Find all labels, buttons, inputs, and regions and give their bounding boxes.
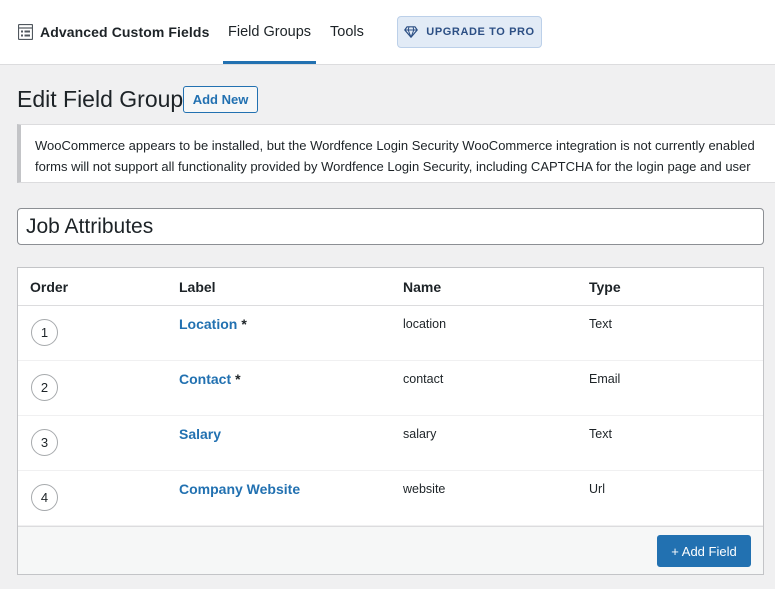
field-label-link[interactable]: Contact	[179, 371, 231, 387]
field-type: Text	[589, 317, 612, 331]
fields-table: Order Label Name Type 1 Location * locati…	[17, 267, 764, 575]
acf-logo-icon	[18, 24, 33, 40]
field-label-cell: Contact *	[179, 371, 241, 387]
required-indicator: *	[241, 316, 247, 332]
column-header-order: Order	[30, 279, 69, 295]
field-type: Url	[589, 482, 605, 496]
notice-text-line-1: WooCommerce appears to be installed, but…	[35, 138, 755, 153]
field-name: contact	[403, 372, 444, 386]
field-order-handle[interactable]: 1	[31, 319, 58, 346]
field-row[interactable]: 1 Location * location Text	[18, 306, 763, 361]
field-order-handle[interactable]: 2	[31, 374, 58, 401]
app-name: Advanced Custom Fields	[40, 24, 210, 40]
notice-text-line-2: forms will not support all functionality…	[35, 159, 751, 174]
required-indicator: *	[235, 371, 241, 387]
tab-tools-label: Tools	[330, 24, 364, 40]
upgrade-label: UPGRADE TO PRO	[426, 26, 535, 38]
column-header-label: Label	[179, 279, 216, 295]
page-title: Edit Field Group	[17, 86, 184, 112]
field-name: website	[403, 482, 446, 496]
field-label-cell: Location *	[179, 316, 247, 332]
fields-table-header: Order Label Name Type	[18, 268, 763, 306]
column-header-type: Type	[589, 279, 621, 295]
field-name: salary	[403, 427, 437, 441]
diamond-icon	[404, 26, 419, 38]
field-name: location	[403, 317, 447, 331]
field-row[interactable]: 4 Company Website website Url	[18, 471, 763, 526]
field-row[interactable]: 3 Salary salary Text	[18, 416, 763, 471]
field-order-handle[interactable]: 3	[31, 429, 58, 456]
top-header-bar: Advanced Custom Fields Field Groups Tool…	[0, 0, 775, 65]
brand[interactable]: Advanced Custom Fields	[18, 24, 209, 40]
field-group-title-input[interactable]	[17, 208, 764, 245]
tab-field-groups[interactable]: Field Groups	[223, 0, 317, 64]
woocommerce-notice: WooCommerce appears to be installed, but…	[17, 124, 775, 183]
field-label-cell: Company Website	[179, 481, 300, 497]
add-field-button[interactable]: + Add Field	[657, 535, 751, 567]
column-header-name: Name	[403, 279, 442, 295]
tab-field-groups-label: Field Groups	[228, 24, 312, 40]
field-row[interactable]: 2 Contact * contact Email	[18, 361, 763, 416]
field-type: Text	[589, 427, 612, 441]
field-label-link[interactable]: Salary	[179, 426, 221, 442]
tab-tools[interactable]: Tools	[330, 0, 364, 64]
fields-table-footer: + Add Field	[18, 526, 763, 574]
field-label-cell: Salary	[179, 426, 221, 442]
field-label-link[interactable]: Company Website	[179, 481, 300, 497]
field-label-link[interactable]: Location	[179, 316, 237, 332]
field-type: Email	[589, 372, 621, 386]
add-new-button[interactable]: Add New	[183, 86, 258, 113]
upgrade-to-pro-button[interactable]: UPGRADE TO PRO	[397, 16, 542, 48]
field-order-handle[interactable]: 4	[31, 484, 58, 511]
